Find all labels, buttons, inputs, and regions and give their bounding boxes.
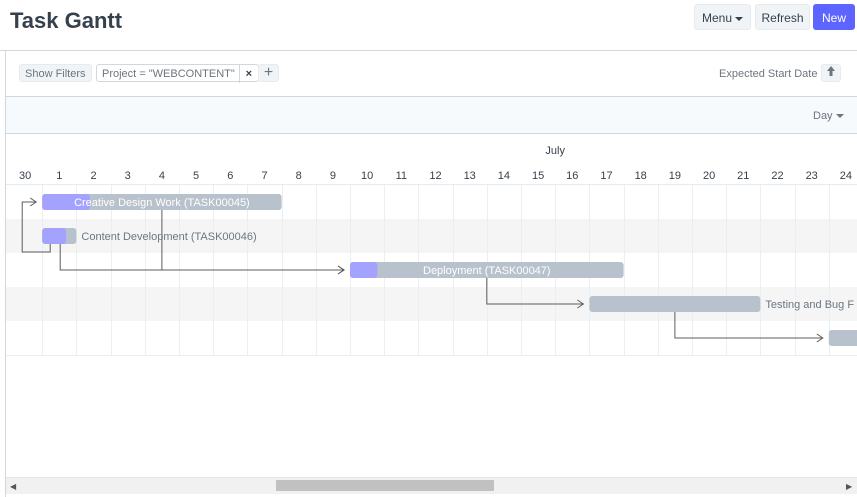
day-label: 13 [464, 170, 476, 182]
day-label: 15 [532, 170, 544, 182]
day-label: 23 [806, 170, 818, 182]
day-label: 9 [330, 170, 336, 182]
day-label: 22 [771, 170, 783, 182]
refresh-button-label: Refresh [761, 11, 804, 25]
day-label: 18 [635, 170, 647, 182]
page-title: Task Gantt [10, 8, 123, 33]
task-progress [350, 262, 378, 278]
scroll-thumb[interactable] [276, 480, 494, 491]
day-label: 2 [90, 170, 96, 182]
new-button[interactable]: New [813, 4, 855, 30]
scroll-left-icon[interactable]: ◀ [10, 482, 16, 491]
day-label: 7 [261, 170, 267, 182]
view-bar: Day [6, 97, 857, 134]
day-label: 16 [566, 170, 578, 182]
gantt-frame: Show Filters Project = "WEBCONTENT" × + E… [5, 51, 857, 497]
sort-field-label[interactable]: Expected Start Date [719, 68, 817, 80]
day-label: 1 [56, 170, 62, 182]
close-icon[interactable]: × [238, 65, 258, 83]
show-filters-button[interactable]: Show Filters [19, 64, 92, 82]
day-label: 30 [19, 170, 31, 182]
view-mode-label: Day [813, 110, 833, 122]
horizontal-scrollbar[interactable]: ◀ ▶ [6, 477, 857, 494]
day-label: 19 [669, 170, 681, 182]
day-label: 10 [361, 170, 373, 182]
task-label[interactable]: Content Development (TASK00046) [81, 231, 256, 243]
gantt-chart: July 30 1 2 3 4 5 6 7 8 9 10 11 12 13 14 15 16 17 18 19 20 21 2… [6, 134, 857, 477]
filter-tag-label: Project = "WEBCONTENT" [102, 68, 235, 80]
month-label: July [545, 145, 565, 157]
task-bar[interactable] [828, 330, 857, 346]
task-label[interactable]: Creative Design Work (TASK00045) [74, 197, 250, 209]
day-label: 11 [396, 170, 407, 182]
day-label: 12 [429, 170, 441, 182]
chevron-down-icon [735, 16, 744, 21]
task-label[interactable]: Testing and Bug F [765, 299, 854, 311]
filter-bar: Show Filters Project = "WEBCONTENT" × + E… [6, 51, 857, 97]
day-label: 17 [600, 170, 612, 182]
day-label: 6 [227, 170, 233, 182]
page-header: Task Gantt Menu Refresh New [0, 0, 857, 51]
view-mode-dropdown[interactable]: Day [813, 110, 844, 122]
filter-tag[interactable]: Project = "WEBCONTENT" × [96, 64, 259, 83]
scroll-right-icon[interactable]: ▶ [846, 482, 852, 491]
day-label: 3 [125, 170, 131, 182]
day-label: 21 [737, 170, 749, 182]
chevron-down-icon [835, 114, 844, 119]
arrow-up-icon [827, 66, 835, 76]
new-button-label: New [821, 11, 846, 25]
day-label: 24 [840, 170, 852, 182]
day-label: 5 [193, 170, 199, 182]
task-bar[interactable] [589, 296, 761, 312]
gantt-svg: July30 1 2 3 4 5 6 7 8 9 10 11 12 13 14 15 16 17 18 19 20 21 2… [6, 145, 857, 356]
day-label: 4 [159, 170, 165, 182]
task-label[interactable]: Deployment (TASK00047) [423, 265, 551, 277]
refresh-button[interactable]: Refresh [755, 4, 810, 30]
task-progress [42, 228, 67, 244]
day-label: 20 [703, 170, 715, 182]
menu-button-label: Menu [701, 11, 733, 25]
add-filter-button[interactable]: + [258, 64, 279, 82]
day-label: 8 [296, 170, 302, 182]
sort-direction-button[interactable] [821, 64, 841, 82]
menu-button[interactable]: Menu [694, 4, 751, 30]
day-label: 14 [498, 170, 510, 182]
